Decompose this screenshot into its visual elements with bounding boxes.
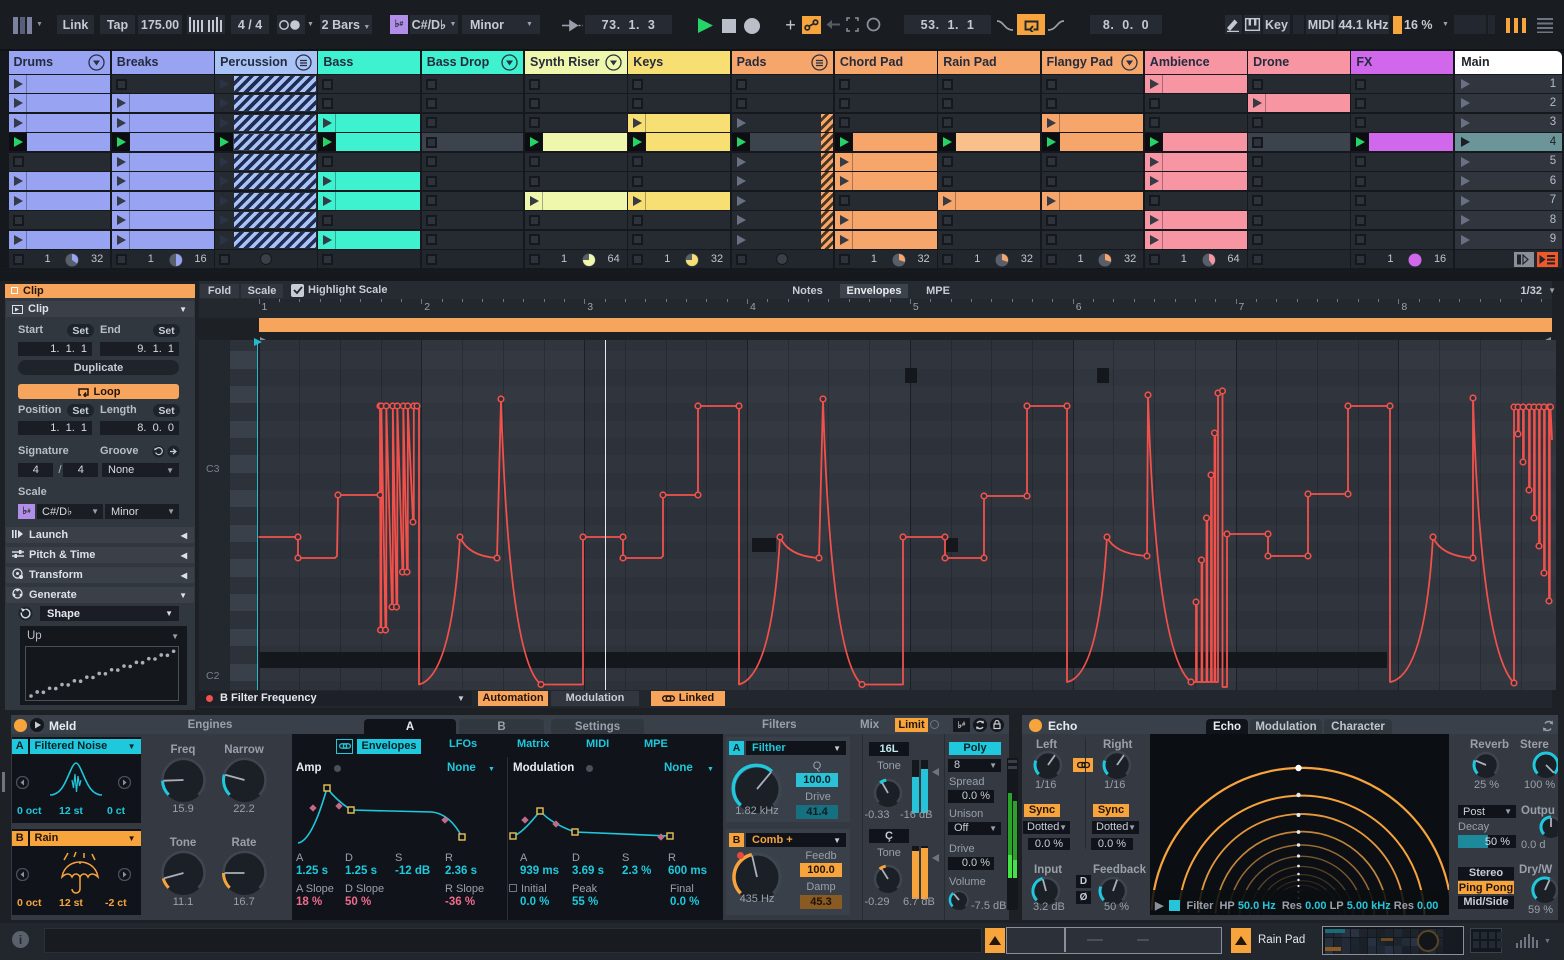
svg-text:i: i (19, 933, 22, 947)
